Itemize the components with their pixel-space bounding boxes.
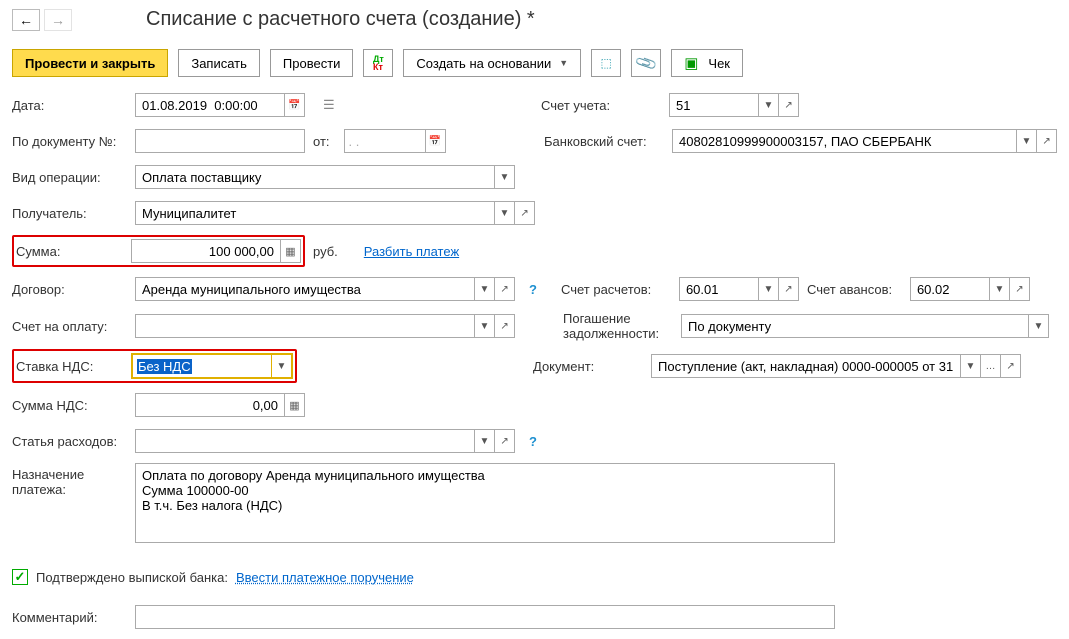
chevron-down-icon: ▼ <box>559 58 568 68</box>
invoice-label: Счет на оплату: <box>12 319 127 334</box>
attach-button[interactable]: 📎 <box>631 49 661 77</box>
invoice-open[interactable]: ↗ <box>495 314 515 338</box>
post-and-close-button[interactable]: Провести и закрыть <box>12 49 168 77</box>
date-input[interactable] <box>140 97 280 114</box>
invoice-input[interactable] <box>140 318 470 335</box>
vat-rate-dropdown[interactable]: ▼ <box>272 354 292 378</box>
rub-label: руб. <box>313 244 338 259</box>
calendar-button[interactable]: 📅 <box>285 93 305 117</box>
contract-dropdown[interactable]: ▼ <box>475 277 495 301</box>
calculator-icon: ▦ <box>285 245 295 258</box>
account-open[interactable]: ↗ <box>779 93 799 117</box>
document-input[interactable] <box>656 358 956 375</box>
sum-calc[interactable]: ▦ <box>281 239 301 263</box>
structure-icon: ⬚ <box>601 56 612 70</box>
contract-label: Договор: <box>12 282 127 297</box>
vat-sum-calc[interactable]: ▦ <box>285 393 305 417</box>
debt-dropdown[interactable]: ▼ <box>1029 314 1049 338</box>
expense-dropdown[interactable]: ▼ <box>475 429 495 453</box>
sum-label: Сумма: <box>16 244 123 259</box>
document-label: Документ: <box>533 359 643 374</box>
settle-acc-dropdown[interactable]: ▼ <box>759 277 779 301</box>
enter-payment-link[interactable]: Ввести платежное поручение <box>236 570 414 585</box>
cheque-button[interactable]: ▣Чек <box>671 49 743 77</box>
settle-acc-input[interactable] <box>684 281 754 298</box>
create-based-button[interactable]: Создать на основании▼ <box>403 49 581 77</box>
advance-acc-dropdown[interactable]: ▼ <box>990 277 1010 301</box>
account-input[interactable] <box>674 97 754 114</box>
op-type-dropdown[interactable]: ▼ <box>495 165 515 189</box>
document-dropdown[interactable]: ▼ <box>961 354 981 378</box>
calendar-icon: 📅 <box>429 136 441 147</box>
confirmed-checkbox[interactable]: ✓ <box>12 569 28 585</box>
back-button[interactable]: ← <box>12 9 40 31</box>
vat-sum-input[interactable] <box>140 397 280 414</box>
invoice-dropdown[interactable]: ▼ <box>475 314 495 338</box>
vat-rate-input[interactable]: Без НДС <box>137 359 192 374</box>
bank-acc-input[interactable] <box>677 133 1012 150</box>
purpose-textarea[interactable] <box>135 463 835 543</box>
recipient-open[interactable]: ↗ <box>515 201 535 225</box>
debt-input[interactable] <box>686 318 1024 335</box>
dt-kt-icon: ДтКт <box>373 55 384 71</box>
purpose-label: Назначение платежа: <box>12 463 127 497</box>
split-payment-link[interactable]: Разбить платеж <box>364 244 459 259</box>
calculator-icon: ▦ <box>289 399 299 412</box>
vat-rate-label: Ставка НДС: <box>16 359 123 374</box>
advance-acc-label: Счет авансов: <box>807 282 902 297</box>
confirmed-label: Подтверждено выпиской банка: <box>36 570 228 585</box>
recipient-label: Получатель: <box>12 206 127 221</box>
expense-input[interactable] <box>140 433 470 450</box>
comment-input[interactable] <box>140 609 830 626</box>
account-dropdown[interactable]: ▼ <box>759 93 779 117</box>
forward-button[interactable]: → <box>44 9 72 31</box>
doc-date-calendar[interactable]: 📅 <box>426 129 446 153</box>
account-label: Счет учета: <box>541 98 661 113</box>
document-open[interactable]: ↗ <box>1001 354 1021 378</box>
op-type-label: Вид операции: <box>12 170 127 185</box>
op-type-input[interactable] <box>140 169 490 186</box>
expense-help[interactable]: ? <box>523 434 543 449</box>
debt-label: Погашение задолженности: <box>563 311 673 341</box>
contract-input[interactable] <box>140 281 470 298</box>
list-icon[interactable]: ☰ <box>323 97 335 113</box>
recipient-dropdown[interactable]: ▼ <box>495 201 515 225</box>
doc-date-input[interactable]: . . <box>349 134 421 149</box>
settle-acc-label: Счет расчетов: <box>561 282 671 297</box>
advance-acc-input[interactable] <box>915 281 985 298</box>
doc-num-input[interactable] <box>140 133 300 150</box>
post-button[interactable]: Провести <box>270 49 354 77</box>
date-label: Дата: <box>12 98 127 113</box>
bank-acc-dropdown[interactable]: ▼ <box>1017 129 1037 153</box>
page-title: Списание с расчетного счета (создание) * <box>146 8 535 31</box>
contract-open[interactable]: ↗ <box>495 277 515 301</box>
expense-label: Статья расходов: <box>12 434 127 449</box>
vat-sum-label: Сумма НДС: <box>12 398 127 413</box>
expense-open[interactable]: ↗ <box>495 429 515 453</box>
bank-acc-label: Банковский счет: <box>544 134 664 149</box>
advance-acc-open[interactable]: ↗ <box>1010 277 1030 301</box>
from-label: от: <box>313 134 336 149</box>
settle-acc-open[interactable]: ↗ <box>779 277 799 301</box>
doc-num-label: По документу №: <box>12 134 127 149</box>
write-button[interactable]: Записать <box>178 49 260 77</box>
cheque-icon: ▣ <box>684 54 698 72</box>
comment-label: Комментарий: <box>12 610 127 625</box>
contract-help[interactable]: ? <box>523 282 543 297</box>
paperclip-icon: 📎 <box>634 51 659 76</box>
recipient-input[interactable] <box>140 205 490 222</box>
sum-input[interactable] <box>136 243 276 260</box>
calendar-icon: 📅 <box>288 100 300 111</box>
structure-button[interactable]: ⬚ <box>591 49 621 77</box>
bank-acc-open[interactable]: ↗ <box>1037 129 1057 153</box>
dt-kt-button[interactable]: ДтКт <box>363 49 393 77</box>
document-more[interactable]: … <box>981 354 1001 378</box>
